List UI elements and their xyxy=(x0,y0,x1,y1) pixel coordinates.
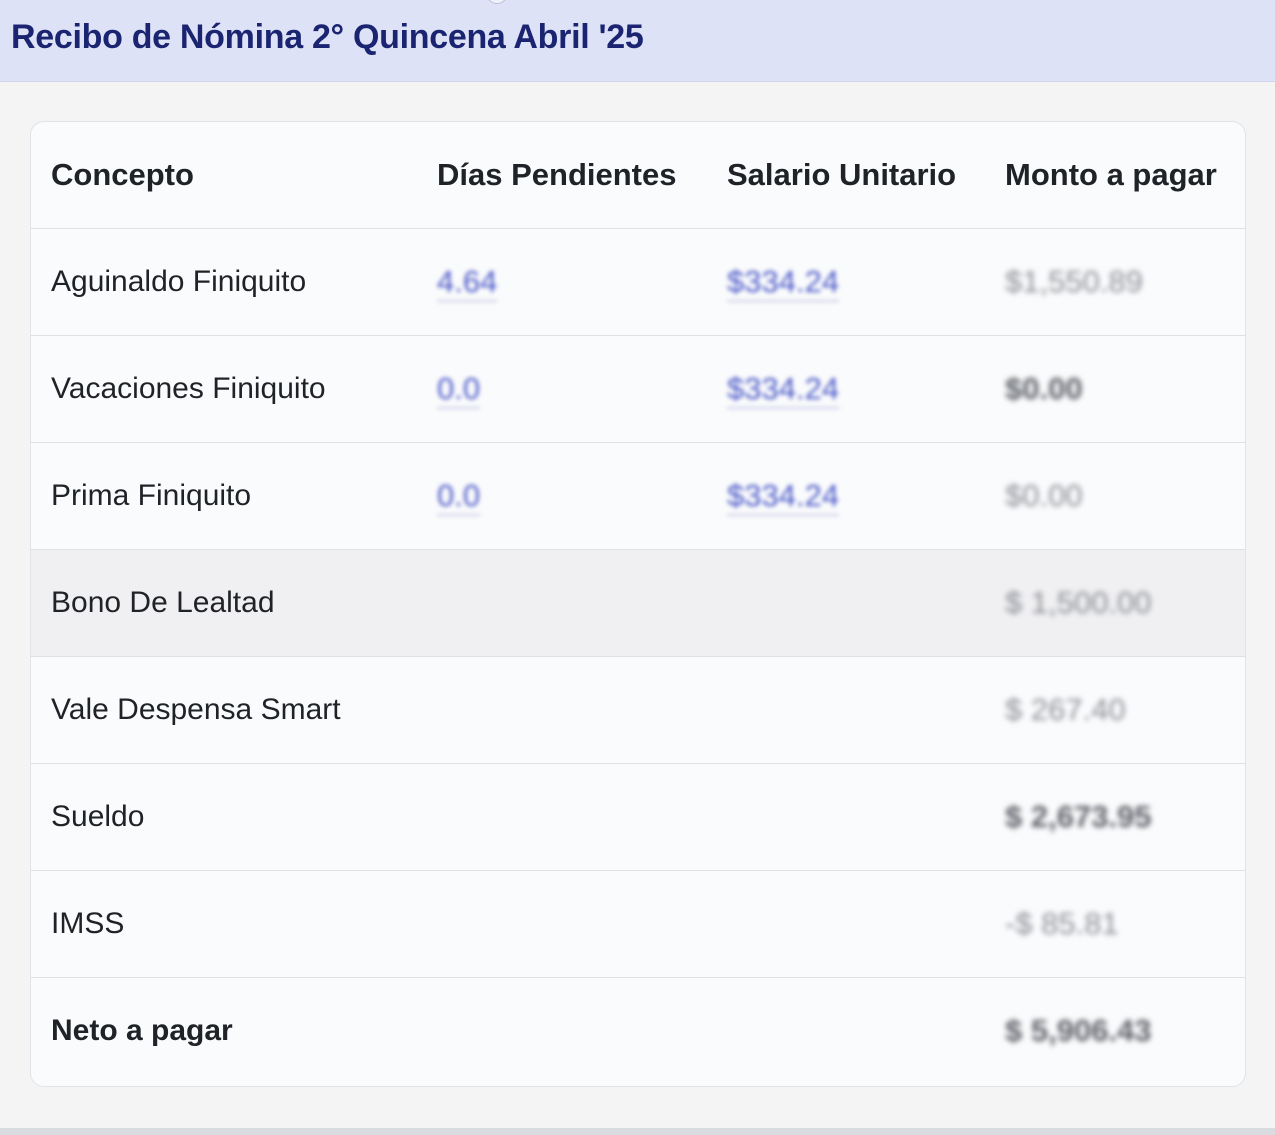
dias-value: 0.0 xyxy=(437,371,481,409)
monto-cell: $ 1,500.00 xyxy=(985,549,1245,657)
column-header-salario: Salario Unitario xyxy=(707,122,985,229)
salario-value: $334.24 xyxy=(727,264,840,302)
total-row: Neto a pagar $ 5,906.43 xyxy=(31,978,1245,1085)
monto-value: $0.00 xyxy=(1005,371,1083,406)
salario-value: $334.24 xyxy=(727,371,840,409)
table-row: Prima Finiquito 0.0 $334.24 $0.00 xyxy=(31,442,1245,550)
page-title: Recibo de Nómina 2° Quincena Abril '25 xyxy=(11,18,644,56)
salario-cell: $334.24 xyxy=(707,442,985,550)
dias-cell: 0.0 xyxy=(417,335,707,443)
monto-value: $ 2,673.95 xyxy=(1005,799,1152,834)
bottom-divider xyxy=(0,1128,1275,1135)
column-header-dias: Días Pendientes xyxy=(417,122,707,229)
concepto-cell: Prima Finiquito xyxy=(31,442,417,550)
dias-cell xyxy=(417,978,707,1085)
salario-cell xyxy=(707,763,985,871)
salario-cell xyxy=(707,656,985,764)
concepto-cell: Aguinaldo Finiquito xyxy=(31,228,417,336)
table-row: Vacaciones Finiquito 0.0 $334.24 $0.00 xyxy=(31,335,1245,443)
dias-cell xyxy=(417,549,707,657)
table-header-row: Concepto Días Pendientes Salario Unitari… xyxy=(31,122,1245,229)
table-row: IMSS -$ 85.81 xyxy=(31,870,1245,978)
column-header-concepto: Concepto xyxy=(31,122,417,229)
monto-value: $ 267.40 xyxy=(1005,692,1126,727)
header-bar: Recibo de Nómina 2° Quincena Abril '25 xyxy=(0,0,1275,82)
salario-cell xyxy=(707,978,985,1085)
dias-cell xyxy=(417,656,707,764)
dias-value: 4.64 xyxy=(437,264,498,302)
payroll-table-card: Concepto Días Pendientes Salario Unitari… xyxy=(30,121,1246,1087)
drag-handle-icon xyxy=(486,0,508,4)
salario-value: $334.24 xyxy=(727,478,840,516)
table-row: Sueldo $ 2,673.95 xyxy=(31,763,1245,871)
concepto-cell: IMSS xyxy=(31,870,417,978)
monto-cell: $1,550.89 xyxy=(985,228,1245,336)
dias-value: 0.0 xyxy=(437,478,481,516)
monto-cell: $ 5,906.43 xyxy=(985,978,1245,1085)
table-row: Aguinaldo Finiquito 4.64 $334.24 $1,550.… xyxy=(31,228,1245,336)
monto-cell: $ 2,673.95 xyxy=(985,763,1245,871)
monto-value: $ 1,500.00 xyxy=(1005,585,1152,620)
payroll-receipt-page: Recibo de Nómina 2° Quincena Abril '25 C… xyxy=(0,0,1275,1135)
monto-cell: $0.00 xyxy=(985,335,1245,443)
salario-cell xyxy=(707,549,985,657)
monto-cell: -$ 85.81 xyxy=(985,870,1245,978)
dias-cell xyxy=(417,763,707,871)
dias-cell: 4.64 xyxy=(417,228,707,336)
concepto-cell: Sueldo xyxy=(31,763,417,871)
monto-cell: $0.00 xyxy=(985,442,1245,550)
salario-cell: $334.24 xyxy=(707,335,985,443)
concepto-cell: Vacaciones Finiquito xyxy=(31,335,417,443)
concepto-cell: Bono De Lealtad xyxy=(31,549,417,657)
dias-cell: 0.0 xyxy=(417,442,707,550)
monto-value: $1,550.89 xyxy=(1005,264,1143,299)
salario-cell xyxy=(707,870,985,978)
concepto-cell: Neto a pagar xyxy=(51,1014,233,1047)
monto-cell: $ 267.40 xyxy=(985,656,1245,764)
column-header-monto: Monto a pagar xyxy=(985,122,1245,229)
concepto-cell: Vale Despensa Smart xyxy=(31,656,417,764)
monto-value: $0.00 xyxy=(1005,478,1083,513)
table-row: Bono De Lealtad $ 1,500.00 xyxy=(31,549,1245,657)
monto-value: $ 5,906.43 xyxy=(1005,1013,1152,1048)
salario-cell: $334.24 xyxy=(707,228,985,336)
monto-value: -$ 85.81 xyxy=(1005,906,1119,941)
table-row: Vale Despensa Smart $ 267.40 xyxy=(31,656,1245,764)
dias-cell xyxy=(417,870,707,978)
payroll-table: Concepto Días Pendientes Salario Unitari… xyxy=(31,122,1245,1084)
